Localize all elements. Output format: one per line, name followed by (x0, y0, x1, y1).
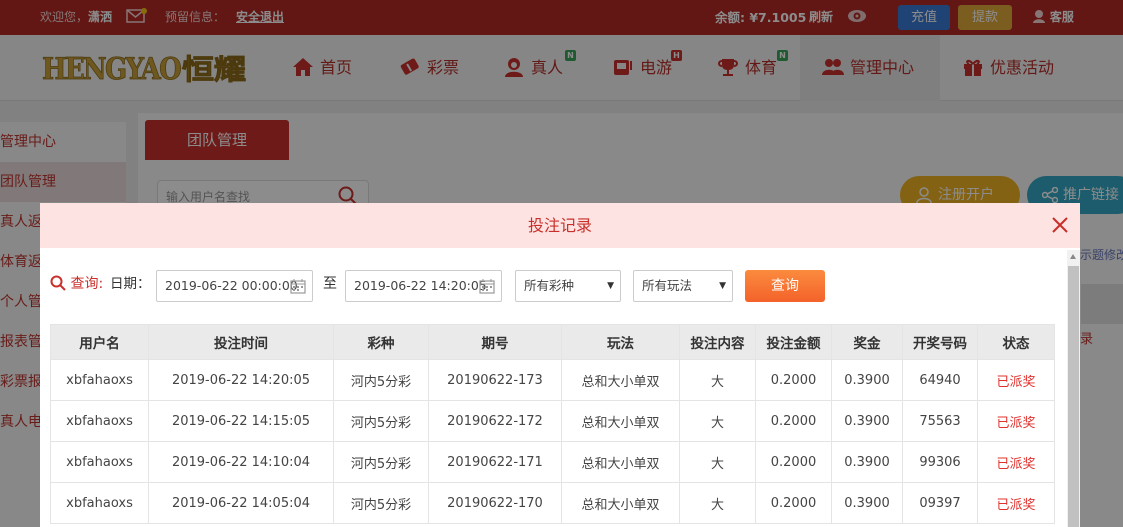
cell-issue: 20190622-173 (428, 359, 562, 401)
modal-scrollbar[interactable] (1067, 250, 1080, 527)
bet-records-modal: 投注记录 查询: 日期： 2019-06-22 00:00:00 至 2019-… (40, 203, 1080, 527)
query-label: 查询: (50, 268, 103, 300)
cell-bet-amount: 0.2000 (755, 441, 832, 483)
col-bet-time: 投注时间 (148, 324, 334, 360)
lottery-type-select[interactable]: 所有彩种 ▼ (515, 270, 621, 302)
cell-username: xbfahaoxs (50, 441, 149, 483)
cell-bet-time: 2019-06-22 14:20:05 (148, 359, 334, 401)
cell-draw-number: 99306 (902, 441, 978, 483)
cell-bet-amount: 0.2000 (755, 400, 832, 442)
cell-bet-amount: 0.2000 (755, 482, 832, 524)
cell-prize: 0.3900 (831, 359, 903, 401)
bet-records-table: 用户名 投注时间 彩种 期号 玩法 投注内容 投注金额 奖金 开奖号码 状态 x… (50, 324, 1055, 524)
play-select-value: 所有玩法 (642, 278, 693, 293)
cell-lottery: 河内5分彩 (333, 441, 429, 483)
cell-lottery: 河内5分彩 (333, 482, 429, 524)
cell-prize: 0.3900 (831, 441, 903, 483)
query-button[interactable]: 查询 (745, 270, 825, 302)
cell-username: xbfahaoxs (50, 400, 149, 442)
cell-username: xbfahaoxs (50, 359, 149, 401)
col-draw-number: 开奖号码 (902, 324, 978, 360)
cell-status: 已派奖 (977, 400, 1055, 442)
cell-issue: 20190622-172 (428, 400, 562, 442)
cell-lottery: 河内5分彩 (333, 359, 429, 401)
play-type-select[interactable]: 所有玩法 ▼ (633, 270, 733, 302)
col-play: 玩法 (561, 324, 680, 360)
cell-issue: 20190622-170 (428, 482, 562, 524)
search-icon (50, 275, 66, 291)
cell-draw-number: 09397 (902, 482, 978, 524)
table-row[interactable]: xbfahaoxs 2019-06-22 14:20:05 河内5分彩 2019… (50, 359, 1055, 401)
cell-play: 总和大小单双 (561, 359, 680, 401)
cell-bet-time: 2019-06-22 14:10:04 (148, 441, 334, 483)
chevron-down-icon: ▼ (607, 281, 614, 291)
calendar-icon (290, 279, 306, 294)
end-date-value: 2019-06-22 14:20:05 (354, 278, 487, 293)
cell-username: xbfahaoxs (50, 482, 149, 524)
table-row[interactable]: xbfahaoxs 2019-06-22 14:10:04 河内5分彩 2019… (50, 441, 1055, 483)
col-status: 状态 (977, 324, 1055, 360)
col-prize: 奖金 (831, 324, 903, 360)
cell-play: 总和大小单双 (561, 400, 680, 442)
query-text: 查询: (70, 276, 104, 292)
modal-header: 投注记录 (40, 203, 1080, 248)
cell-status: 已派奖 (977, 441, 1055, 483)
table-row[interactable]: xbfahaoxs 2019-06-22 14:05:04 河内5分彩 2019… (50, 482, 1055, 524)
scroll-up-icon[interactable] (1070, 254, 1076, 259)
cell-prize: 0.3900 (831, 482, 903, 524)
col-issue: 期号 (428, 324, 562, 360)
cell-issue: 20190622-171 (428, 441, 562, 483)
cell-bet-time: 2019-06-22 14:05:04 (148, 482, 334, 524)
cell-status: 已派奖 (977, 359, 1055, 401)
scrollbar-thumb[interactable] (1068, 266, 1079, 527)
table-row[interactable]: xbfahaoxs 2019-06-22 14:15:05 河内5分彩 2019… (50, 400, 1055, 442)
cell-bet-content: 大 (679, 400, 756, 442)
cell-status: 已派奖 (977, 482, 1055, 524)
chevron-down-icon: ▼ (719, 281, 726, 291)
end-date-input[interactable]: 2019-06-22 14:20:05 (345, 270, 502, 302)
cell-bet-content: 大 (679, 441, 756, 483)
close-icon[interactable] (1050, 215, 1070, 235)
calendar-icon (479, 279, 495, 294)
cell-play: 总和大小单双 (561, 441, 680, 483)
cell-bet-content: 大 (679, 359, 756, 401)
cell-draw-number: 75563 (902, 400, 978, 442)
modal-title: 投注记录 (527, 216, 592, 235)
cell-lottery: 河内5分彩 (333, 400, 429, 442)
start-date-input[interactable]: 2019-06-22 00:00:00 (156, 270, 313, 302)
start-date-value: 2019-06-22 00:00:00 (165, 278, 298, 293)
col-lottery: 彩种 (333, 324, 429, 360)
cell-bet-content: 大 (679, 482, 756, 524)
col-username: 用户名 (50, 324, 149, 360)
cell-bet-time: 2019-06-22 14:15:05 (148, 400, 334, 442)
table-header-row: 用户名 投注时间 彩种 期号 玩法 投注内容 投注金额 奖金 开奖号码 状态 (50, 324, 1055, 360)
cell-prize: 0.3900 (831, 400, 903, 442)
date-label: 日期： (110, 276, 151, 292)
col-bet-amount: 投注金额 (755, 324, 832, 360)
col-bet-content: 投注内容 (679, 324, 756, 360)
cell-bet-amount: 0.2000 (755, 359, 832, 401)
cell-play: 总和大小单双 (561, 482, 680, 524)
to-label: 至 (323, 276, 337, 292)
cell-draw-number: 64940 (902, 359, 978, 401)
lottery-select-value: 所有彩种 (524, 278, 575, 293)
